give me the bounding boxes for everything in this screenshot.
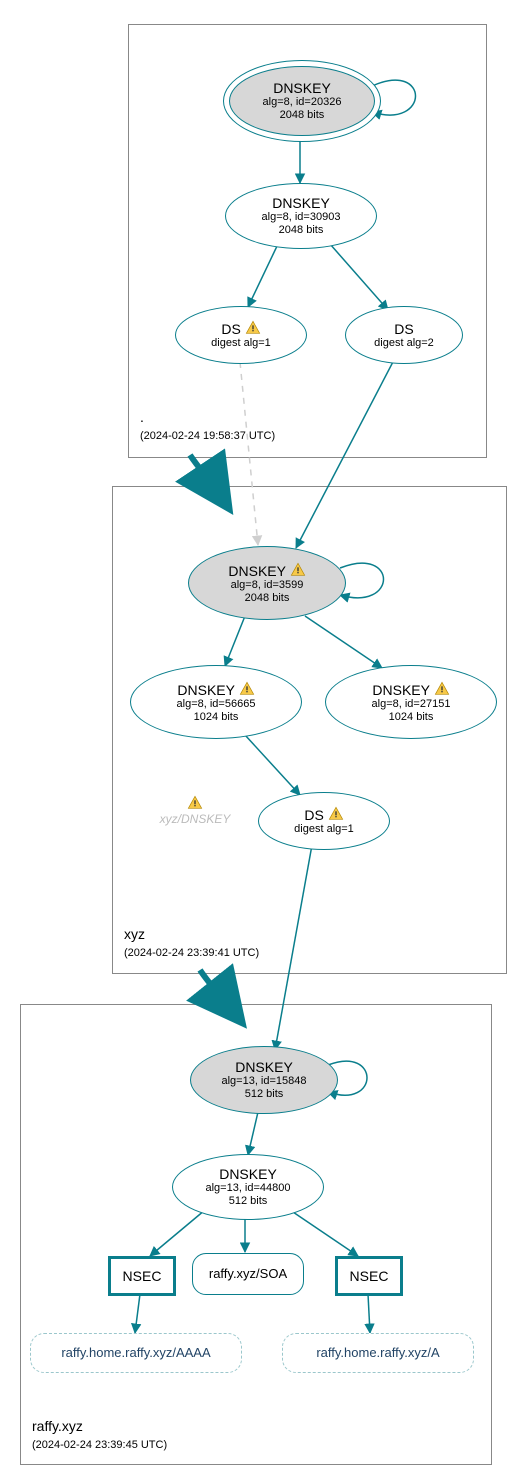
warning-icon [434, 681, 450, 698]
nsec-record-left: NSEC [108, 1256, 176, 1296]
soa-record: raffy.xyz/SOA [192, 1253, 304, 1295]
root-ds-alg2: DS digest alg=2 [345, 306, 463, 364]
warning-icon [290, 562, 306, 579]
tld-ksk-dnskey: DNSKEY alg=8, id=3599 2048 bits [188, 546, 346, 620]
node-title: DNSKEY [263, 80, 342, 96]
zone-root-label: . [140, 409, 144, 425]
tld-ds: DS digest alg=1 [258, 792, 390, 850]
warning-icon [328, 806, 344, 823]
tld-zsk-a: DNSKEY alg=8, id=56665 1024 bits [130, 665, 302, 739]
warning-icon [245, 320, 261, 337]
nsec-record-right: NSEC [335, 1256, 403, 1296]
root-zsk-dnskey: DNSKEY alg=8, id=30903 2048 bits [225, 183, 377, 249]
warning-icon [239, 681, 255, 698]
root-ds-alg1: DS digest alg=1 [175, 306, 307, 364]
zone-domain-ts: (2024-02-24 23:39:45 UTC) [32, 1439, 167, 1451]
zone-tld-ts: (2024-02-24 23:39:41 UTC) [124, 947, 259, 959]
warning-icon [187, 795, 203, 812]
negative-aaaa: raffy.home.raffy.xyz/AAAA [30, 1333, 242, 1373]
tld-zsk-b: DNSKEY alg=8, id=27151 1024 bits [325, 665, 497, 739]
zone-tld-label: xyz [124, 926, 145, 942]
ghost-xyz-dnskey: xyz/DNSKEY [150, 795, 240, 826]
zone-root-ts: (2024-02-24 19:58:37 UTC) [140, 430, 275, 442]
negative-a: raffy.home.raffy.xyz/A [282, 1333, 474, 1373]
dom-zsk-dnskey: DNSKEY alg=13, id=44800 512 bits [172, 1154, 324, 1220]
dom-ksk-dnskey: DNSKEY alg=13, id=15848 512 bits [190, 1046, 338, 1114]
root-ksk-dnskey: DNSKEY alg=8, id=20326 2048 bits [223, 60, 381, 142]
zone-domain-label: raffy.xyz [32, 1418, 83, 1434]
